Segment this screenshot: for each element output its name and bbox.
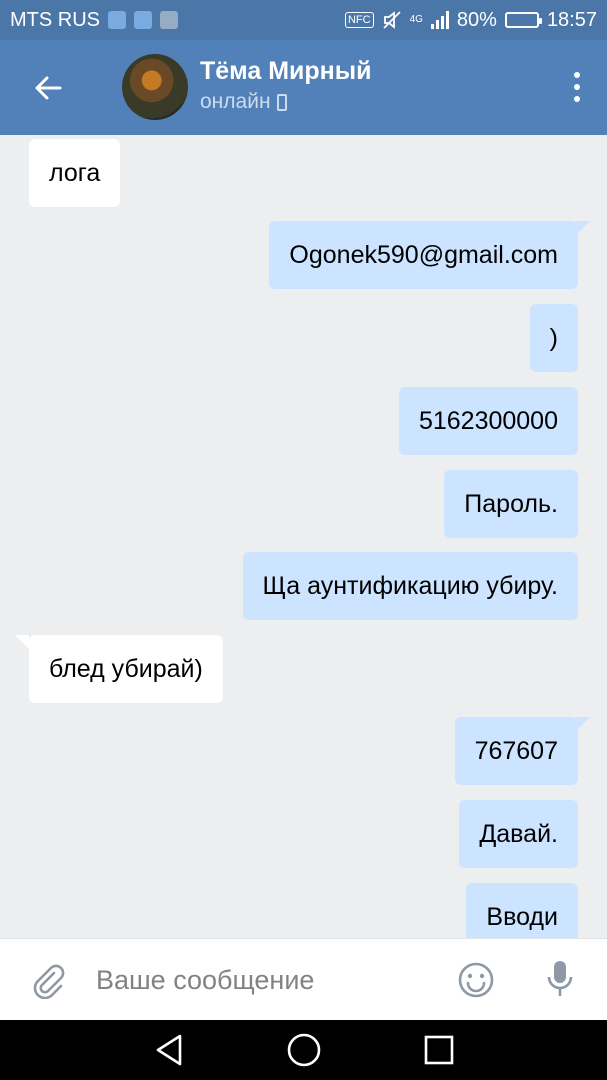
- triangle-back-icon: [156, 1034, 182, 1066]
- voice-message-button[interactable]: [545, 959, 575, 1004]
- contact-info[interactable]: Тёма Мирный онлайн: [200, 56, 371, 118]
- arrow-left-icon: [35, 76, 61, 99]
- mobile-phone-icon: [276, 93, 287, 111]
- status-bar: MTS RUS NFC 4G 80% 18:57: [0, 0, 607, 40]
- carrier-label: MTS RUS: [10, 8, 100, 31]
- message-bubble-incoming[interactable]: блед убирай): [15, 635, 223, 703]
- circle-home-icon: [287, 1033, 321, 1067]
- emoji-button[interactable]: [457, 961, 495, 1004]
- message-bubble-outgoing[interactable]: 767607: [454, 717, 591, 785]
- nav-recent-button[interactable]: [421, 1032, 457, 1068]
- message-bubble-incoming[interactable]: лога: [29, 139, 121, 207]
- microphone-icon: [547, 961, 573, 996]
- square-recent-icon: [424, 1035, 454, 1065]
- gallery-notification-icon: [160, 11, 178, 29]
- notification-icon: [108, 11, 126, 29]
- system-navigation-bar: [0, 1020, 607, 1080]
- more-menu-button[interactable]: [567, 72, 587, 102]
- nav-back-button[interactable]: [152, 1032, 188, 1068]
- clock: 18:57: [546, 8, 597, 31]
- message-list[interactable]: лога Ogonek590@gmail.com ) 5162300000 Па…: [0, 135, 607, 938]
- mute-icon: [382, 11, 401, 29]
- chat-header: Тёма Мирный онлайн: [0, 40, 607, 135]
- message-bubble-outgoing[interactable]: Давай.: [459, 800, 578, 868]
- presence-label: онлайн: [200, 90, 271, 113]
- nav-home-button[interactable]: [286, 1032, 322, 1068]
- signal-icon: [430, 11, 449, 29]
- nfc-icon: NFC: [344, 12, 374, 28]
- contact-avatar[interactable]: [122, 54, 188, 120]
- message-bubble-outgoing[interactable]: Вводи: [466, 883, 578, 938]
- smiley-icon: [458, 962, 494, 998]
- message-input[interactable]: [96, 961, 426, 999]
- message-bubble-outgoing[interactable]: Пароль.: [444, 470, 578, 538]
- battery-percent: 80%: [456, 8, 497, 31]
- message-bubble-outgoing[interactable]: ): [529, 304, 578, 372]
- battery-icon: [504, 12, 542, 28]
- message-bubble-outgoing[interactable]: Ogonek590@gmail.com: [269, 221, 590, 289]
- presence-status: онлайн: [200, 86, 371, 118]
- back-button[interactable]: [0, 40, 95, 135]
- paperclip-icon: [33, 964, 65, 1000]
- contact-name: Тёма Мирный: [200, 57, 372, 85]
- message-composer: [0, 938, 607, 1020]
- network-type-label: 4G: [409, 13, 423, 25]
- attach-button[interactable]: [28, 961, 66, 1004]
- message-bubble-outgoing[interactable]: 5162300000: [398, 387, 578, 455]
- message-bubble-outgoing[interactable]: Ща аунтификацию убиру.: [242, 552, 578, 620]
- more-vertical-icon: [574, 72, 580, 78]
- health-app-icon: [134, 11, 152, 29]
